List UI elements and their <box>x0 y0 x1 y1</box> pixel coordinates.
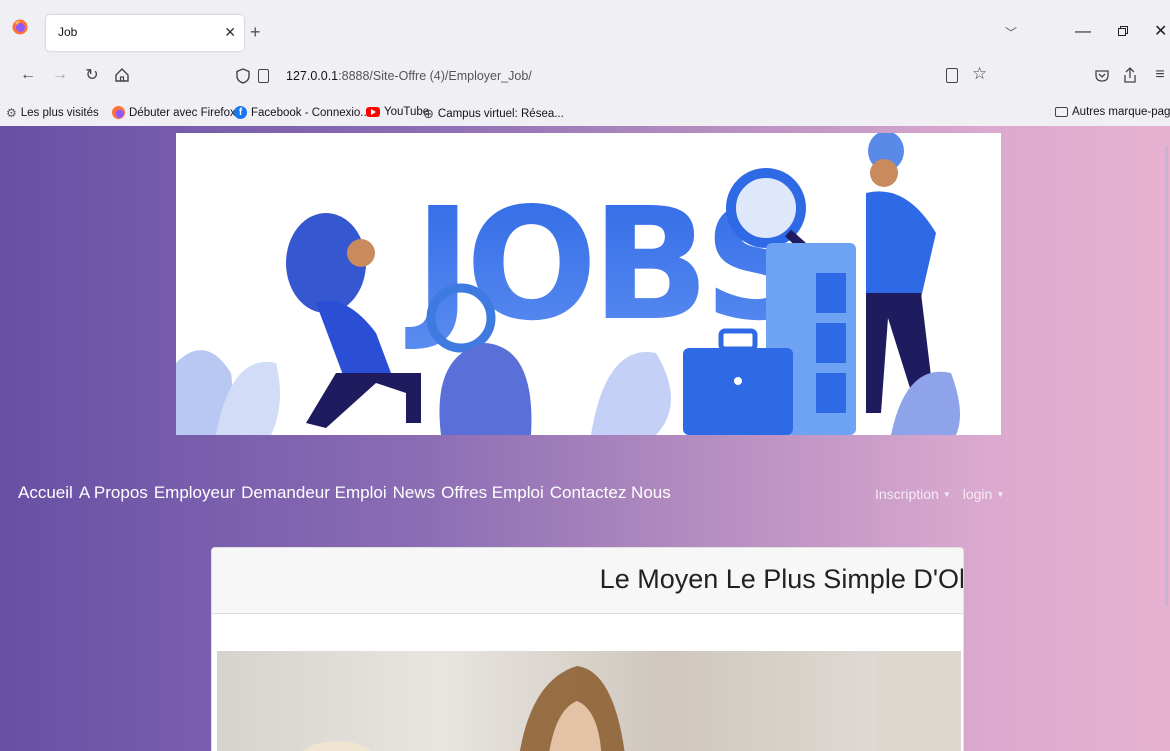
pocket-icon[interactable] <box>1092 65 1112 85</box>
profile-card-shape <box>816 323 846 363</box>
window-close-icon[interactable]: ✕ <box>1154 21 1167 41</box>
person-face-shape <box>870 159 898 187</box>
youtube-icon <box>366 107 380 117</box>
nav-link-contactez-nous[interactable]: Contactez Nous <box>550 483 671 503</box>
login-dropdown[interactable]: login ▼ <box>963 486 1005 502</box>
bookmark-campus-virtuel[interactable]: ⊕ Campus virtuel: Résea... <box>423 106 564 122</box>
profile-card-shape <box>816 273 846 313</box>
card-header: Le Moyen Le Plus Simple D'Ol <box>212 548 964 614</box>
photo-person-shape <box>302 651 961 751</box>
navigation-toolbar: ← → ↻ 127.0.0.1:8888/Site-Offre (4)/Empl… <box>0 58 1170 94</box>
bookmark-label: Débuter avec Firefox <box>129 106 236 119</box>
tracking-protection-shield-icon[interactable] <box>236 68 250 84</box>
tab-job[interactable]: Job ✕ <box>46 15 244 51</box>
profile-card-shape <box>816 373 846 413</box>
login-label: login <box>962 486 993 502</box>
web-page: JOBS Accueil A Propos Employeur Demandeu… <box>0 126 1170 751</box>
scrollbar-thumb[interactable] <box>1165 146 1168 606</box>
bookmark-les-plus-visites[interactable]: ⚙ Les plus visités <box>6 106 99 120</box>
person-body-shape <box>316 301 391 383</box>
url-bar[interactable]: 127.0.0.1:8888/Site-Offre (4)/Employer_J… <box>226 62 987 90</box>
jobs-illustration: JOBS <box>176 133 960 435</box>
bookmark-youtube[interactable]: YouTube <box>366 106 429 118</box>
site-main-nav: Accueil A Propos Employeur Demandeur Emp… <box>18 483 671 503</box>
site-auth-nav: Inscription ▼ login ▼ <box>875 486 1004 502</box>
nav-link-a-propos[interactable]: A Propos <box>79 483 148 503</box>
forward-arrow-icon[interactable]: → <box>50 65 70 85</box>
person-face-shape <box>347 239 375 267</box>
page-info-icon[interactable] <box>258 69 269 83</box>
folder-icon <box>1055 107 1068 117</box>
bookmark-label: Facebook - Connexio... <box>251 106 370 119</box>
bookmark-star-icon[interactable]: ☆ <box>972 64 987 84</box>
reload-icon[interactable]: ↻ <box>82 65 102 85</box>
nav-link-accueil[interactable]: Accueil <box>18 483 73 503</box>
bookmark-label: Les plus visités <box>20 107 99 119</box>
plant-shape <box>591 352 671 435</box>
firefox-logo-icon <box>12 19 28 35</box>
window-restore-icon[interactable] <box>1118 26 1128 36</box>
nav-link-news[interactable]: News <box>393 483 436 503</box>
plant-shape <box>891 371 960 435</box>
bookmark-debuter-firefox[interactable]: Débuter avec Firefox <box>112 106 236 119</box>
briefcase-lock-shape <box>734 377 742 385</box>
jobs-banner-image: JOBS <box>176 133 1001 435</box>
gear-icon: ⚙ <box>6 106 17 120</box>
card-heading: Le Moyen Le Plus Simple D'Ol <box>599 564 964 594</box>
tab-bar: Job ✕ + ﹀ — ✕ <box>0 0 1170 58</box>
back-arrow-icon[interactable]: ← <box>18 65 38 85</box>
home-icon[interactable] <box>112 65 132 85</box>
nav-link-offres-emploi[interactable]: Offres Emploi <box>441 483 544 503</box>
page-scrollbar[interactable] <box>1162 126 1170 751</box>
bookmark-facebook[interactable]: f Facebook - Connexio... <box>234 106 370 119</box>
window-minimize-icon[interactable]: — <box>1075 23 1091 41</box>
caret-down-icon: ▼ <box>942 490 951 499</box>
card-photo <box>217 651 961 751</box>
globe-icon: ⊕ <box>423 106 434 121</box>
reader-view-icon[interactable] <box>946 68 958 83</box>
bookmark-label: Campus virtuel: Résea... <box>437 108 564 120</box>
firefox-icon <box>112 106 125 119</box>
other-bookmarks-label: Autres marque-pages <box>1072 106 1170 118</box>
bush-shape <box>439 343 532 435</box>
nav-link-employeur[interactable]: Employeur <box>154 483 235 503</box>
facebook-icon: f <box>234 106 247 119</box>
inscription-label: Inscription <box>875 486 939 502</box>
hamburger-menu-icon[interactable]: ≡ <box>1150 65 1170 85</box>
inscription-dropdown[interactable]: Inscription ▼ <box>875 486 951 502</box>
tab-title: Job <box>58 25 78 39</box>
content-card: Le Moyen Le Plus Simple D'Ol <box>211 547 964 751</box>
new-tab-plus-icon[interactable]: + <box>250 22 261 43</box>
briefcase-shape <box>683 348 793 435</box>
url-text[interactable]: 127.0.0.1:8888/Site-Offre (4)/Employer_J… <box>286 69 532 83</box>
list-all-tabs-chevron-icon[interactable]: ﹀ <box>1005 24 1017 41</box>
browser-chrome: Job ✕ + ﹀ — ✕ ← → ↻ 127.0.0.1:8888/Site-… <box>0 0 1170 121</box>
person-body-shape <box>866 191 936 298</box>
url-host: 127.0.0.1 <box>286 69 339 83</box>
share-icon[interactable] <box>1120 65 1140 85</box>
url-path: :8888/Site-Offre (4)/Employer_Job/ <box>338 69 532 83</box>
other-bookmarks-folder[interactable]: Autres marque-pages <box>1055 106 1170 118</box>
person-legs-shape <box>306 373 421 428</box>
tab-close-icon[interactable]: ✕ <box>224 24 236 41</box>
bookmarks-toolbar: ⚙ Les plus visités Débuter avec Firefox … <box>0 102 1170 126</box>
caret-down-icon: ▼ <box>996 490 1005 499</box>
nav-link-demandeur-emploi[interactable]: Demandeur Emploi <box>241 483 387 503</box>
